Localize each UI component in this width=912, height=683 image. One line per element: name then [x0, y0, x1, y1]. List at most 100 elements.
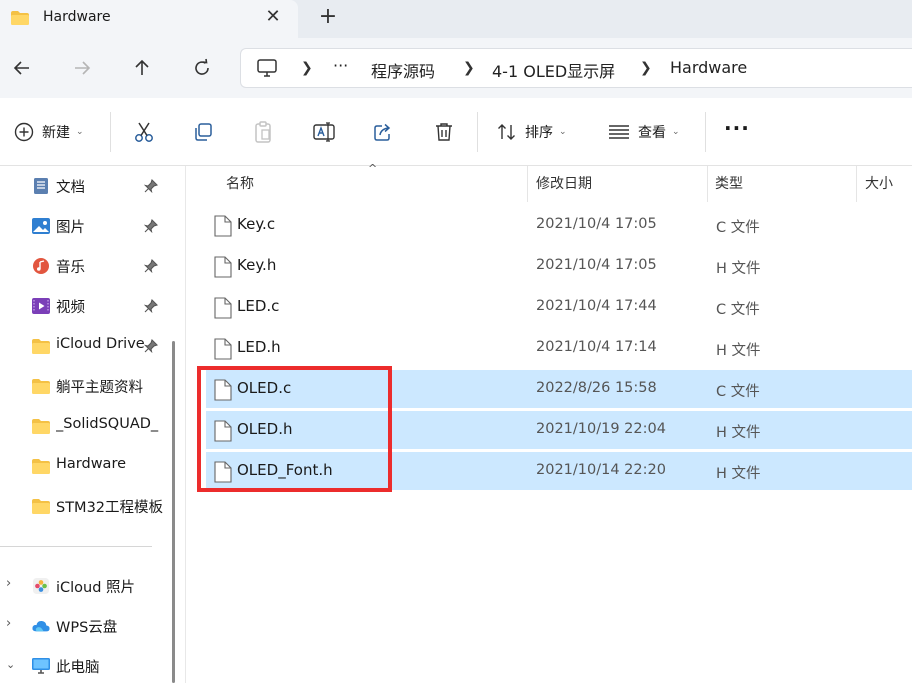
- paste-button[interactable]: [253, 120, 273, 144]
- pin-icon[interactable]: [144, 179, 158, 193]
- breadcrumb-more[interactable]: ···: [333, 56, 348, 75]
- up-button[interactable]: [126, 52, 158, 84]
- file-name: LED.h: [237, 338, 281, 356]
- arrow-right-icon: [75, 61, 91, 75]
- folder-icon: [32, 339, 50, 354]
- music-icon: [33, 258, 49, 274]
- sidebar-item-label: iCloud 照片: [56, 580, 136, 596]
- file-type: C 文件: [716, 302, 760, 318]
- wps-cloud-icon: [32, 621, 50, 632]
- refresh-icon: [195, 58, 209, 75]
- toolbar-divider: [705, 112, 706, 152]
- file-type: H 文件: [716, 425, 761, 441]
- file-icon: [214, 297, 232, 319]
- sidebar-item-folder[interactable]: STM32工程模板: [0, 486, 165, 526]
- column-header-name[interactable]: 名称: [226, 173, 254, 193]
- sidebar-scrollbar[interactable]: [165, 166, 185, 683]
- back-button[interactable]: [6, 52, 38, 84]
- sidebar-item-pictures[interactable]: 图片: [0, 206, 165, 246]
- address-bar[interactable]: ❯ ··· 程序源码 ❯ 4-1 OLED显示屏 ❯ Hardware: [240, 48, 912, 88]
- folder-icon: [32, 379, 50, 394]
- breadcrumb-item[interactable]: 程序源码: [371, 58, 435, 82]
- refresh-button[interactable]: [186, 52, 218, 84]
- highlight-annotation-box: [197, 366, 392, 492]
- file-row[interactable]: LED.c 2021/10/4 17:44 C 文件: [206, 288, 912, 326]
- navigation-bar: ❯ ··· 程序源码 ❯ 4-1 OLED显示屏 ❯ Hardware: [0, 38, 912, 98]
- column-header-modified[interactable]: 修改日期: [536, 173, 592, 193]
- file-modified: 2021/10/4 17:05: [536, 257, 657, 273]
- file-icon: [214, 215, 232, 237]
- file-row[interactable]: LED.h 2021/10/4 17:14 H 文件: [206, 329, 912, 367]
- copy-button[interactable]: [193, 120, 213, 144]
- share-button[interactable]: [373, 120, 393, 144]
- new-button[interactable]: 新建 ⌄: [14, 120, 84, 144]
- sidebar-item-icloud-photos[interactable]: › iCloud 照片: [0, 566, 165, 606]
- chevron-right-icon[interactable]: ›: [6, 576, 11, 591]
- share-icon: [374, 123, 391, 141]
- cut-button[interactable]: [134, 120, 154, 144]
- file-row[interactable]: Key.h 2021/10/4 17:05 H 文件: [206, 247, 912, 285]
- documents-icon: [34, 178, 48, 194]
- close-icon[interactable]: ✕: [262, 6, 284, 28]
- scissors-icon: [135, 122, 153, 142]
- forward-button[interactable]: [66, 52, 98, 84]
- sort-label: 排序: [525, 125, 553, 141]
- pin-icon[interactable]: [144, 219, 158, 233]
- file-modified: 2021/10/4 17:44: [536, 298, 657, 314]
- file-modified: 2021/10/14 22:20: [536, 462, 666, 478]
- sidebar-item-hardware[interactable]: Hardware: [0, 446, 165, 486]
- more-icon: ···: [724, 116, 750, 140]
- sort-button[interactable]: 排序 ⌄: [497, 120, 567, 144]
- computer-icon: [257, 59, 277, 77]
- column-separator[interactable]: [707, 166, 708, 202]
- folder-icon: [32, 499, 50, 514]
- arrow-left-icon: [13, 61, 29, 75]
- sidebar-item-music[interactable]: 音乐: [0, 246, 165, 286]
- sidebar-item-this-pc[interactable]: ⌄ 此电脑: [0, 646, 165, 683]
- sidebar-divider: [0, 546, 152, 547]
- file-list: ^ 名称 修改日期 类型 大小 Key.c 2021/10/4 17:05 C …: [185, 162, 912, 683]
- pin-icon[interactable]: [144, 299, 158, 313]
- file-icon: [214, 256, 232, 278]
- copy-icon: [195, 123, 212, 141]
- file-modified: 2021/10/4 17:05: [536, 216, 657, 232]
- sidebar-item-folder[interactable]: 躺平主题资料: [0, 366, 165, 406]
- sidebar-item-folder[interactable]: _SolidSQUAD_: [0, 406, 165, 446]
- breadcrumb-item[interactable]: Hardware: [670, 58, 747, 77]
- tab-hardware[interactable]: Hardware ✕: [0, 0, 298, 38]
- sidebar-item-icloud-drive[interactable]: iCloud Drive: [0, 326, 165, 366]
- column-header-size[interactable]: 大小: [865, 173, 893, 193]
- rename-button[interactable]: [313, 120, 335, 144]
- folder-icon: [11, 11, 29, 25]
- sidebar-item-documents[interactable]: 文档: [0, 166, 165, 206]
- file-type: H 文件: [716, 466, 761, 482]
- clipboard-icon: [255, 121, 271, 143]
- file-row[interactable]: Key.c 2021/10/4 17:05 C 文件: [206, 206, 912, 244]
- column-separator[interactable]: [856, 166, 857, 202]
- new-label: 新建: [42, 125, 70, 141]
- sidebar-item-wps-cloud[interactable]: › WPS云盘: [0, 606, 165, 646]
- folder-icon: [32, 419, 50, 434]
- this-pc-icon: [32, 658, 50, 674]
- chevron-right-icon: ❯: [301, 60, 313, 76]
- new-tab-button[interactable]: +: [316, 6, 340, 30]
- delete-button[interactable]: [434, 120, 454, 144]
- file-type: C 文件: [716, 384, 760, 400]
- chevron-down-icon: ⌄: [559, 127, 567, 137]
- view-button[interactable]: 查看 ⌄: [608, 120, 680, 144]
- more-options-button[interactable]: ···: [724, 116, 750, 140]
- pin-icon[interactable]: [144, 259, 158, 273]
- chevron-down-icon: ⌄: [76, 127, 84, 137]
- rename-icon: [313, 122, 335, 142]
- chevron-right-icon[interactable]: ›: [6, 616, 11, 631]
- pin-icon[interactable]: [144, 339, 158, 353]
- column-separator[interactable]: [527, 166, 528, 202]
- sidebar-scrollbar-thumb[interactable]: [172, 341, 175, 683]
- column-header-type[interactable]: 类型: [715, 173, 743, 193]
- chevron-right-icon: ❯: [640, 60, 652, 76]
- sort-ascending-icon: ^: [368, 162, 378, 175]
- toolbar-divider: [477, 112, 478, 152]
- sidebar-item-videos[interactable]: 视频: [0, 286, 165, 326]
- breadcrumb-item[interactable]: 4-1 OLED显示屏: [492, 58, 615, 82]
- chevron-down-icon[interactable]: ⌄: [6, 658, 15, 671]
